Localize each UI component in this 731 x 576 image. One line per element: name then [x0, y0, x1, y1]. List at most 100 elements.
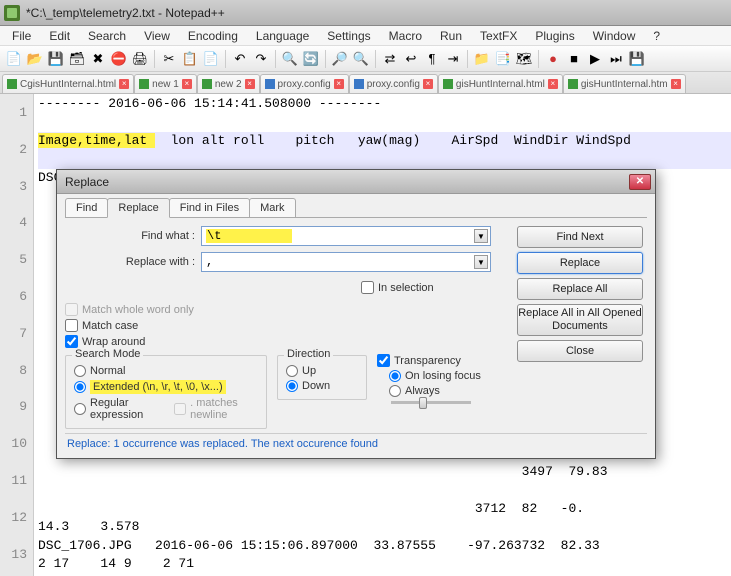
file-tab[interactable]: gisHuntInternal.htm× [563, 74, 686, 93]
menu-run[interactable]: Run [432, 27, 470, 45]
sync-icon[interactable]: ⇄ [380, 49, 400, 69]
replace-all-docs-button[interactable]: Replace All in All Opened Documents [517, 304, 643, 336]
playmulti-icon[interactable]: ⏭ [606, 49, 626, 69]
menu-help[interactable]: ? [645, 27, 668, 45]
tab-mark[interactable]: Mark [249, 198, 295, 217]
file-tab[interactable]: new 2× [197, 74, 260, 93]
direction-down-radio[interactable]: Down [286, 380, 358, 392]
code-line[interactable]: 3712 82 -0.14.3 3.578 [38, 500, 731, 537]
tab-close-icon[interactable]: × [119, 79, 129, 89]
dialog-tabs: Find Replace Find in Files Mark [65, 198, 647, 218]
transparency-checkbox[interactable]: Transparency [377, 354, 507, 367]
find-icon[interactable]: 🔍 [280, 49, 300, 69]
new-icon[interactable]: 📄 [4, 49, 24, 69]
code-line[interactable]: DSC_1706.JPG 2016-06-06 15:15:06.897000 … [38, 537, 731, 574]
replace-icon[interactable]: 🔄 [301, 49, 321, 69]
line-number: 12 [0, 500, 27, 537]
window-titlebar: *C:\_temp\telemetry2.txt - Notepad++ [0, 0, 731, 26]
menu-file[interactable]: File [4, 27, 39, 45]
menu-view[interactable]: View [136, 27, 178, 45]
dialog-titlebar[interactable]: Replace ✕ [57, 170, 655, 194]
tab-close-icon[interactable]: × [423, 79, 433, 89]
menu-language[interactable]: Language [248, 27, 317, 45]
docmap-icon[interactable]: 🗺 [514, 49, 534, 69]
file-icon [568, 79, 578, 89]
chevron-down-icon[interactable]: ▼ [474, 255, 488, 269]
file-tab[interactable]: CgisHuntInternal.html× [2, 74, 134, 93]
paste-icon[interactable]: 📄 [201, 49, 221, 69]
folder-icon[interactable]: 📁 [472, 49, 492, 69]
mode-extended-radio[interactable]: Extended (\n, \r, \t, \0, \x...) [74, 380, 258, 394]
menu-settings[interactable]: Settings [319, 27, 378, 45]
toolbar: 📄 📂 💾 🗃 ✖ ⛔ 🖨 ✂ 📋 📄 ↶ ↷ 🔍 🔄 🔎 🔍 ⇄ ↩ ¶ ⇥ … [0, 46, 731, 72]
transparency-onlosing-radio[interactable]: On losing focus [389, 370, 507, 382]
mode-regex-radio[interactable]: Regular expression . matches newline [74, 397, 258, 421]
close-button[interactable]: Close [517, 340, 643, 362]
transparency-slider[interactable] [391, 401, 471, 404]
line-number: 3 [0, 169, 27, 206]
code-line[interactable]: -------- 2016-06-06 15:14:41.508000 ----… [38, 95, 731, 132]
mode-normal-radio[interactable]: Normal [74, 365, 258, 377]
file-tab[interactable]: new 1× [134, 74, 197, 93]
file-tab[interactable]: proxy.config× [260, 74, 349, 93]
zoomin-icon[interactable]: 🔎 [330, 49, 350, 69]
file-tab-bar: CgisHuntInternal.html×new 1×new 2×proxy.… [0, 72, 731, 94]
funclist-icon[interactable]: 📑 [493, 49, 513, 69]
tab-close-icon[interactable]: × [548, 79, 558, 89]
indent-icon[interactable]: ⇥ [443, 49, 463, 69]
chevron-down-icon[interactable]: ▼ [474, 229, 488, 243]
menu-macro[interactable]: Macro [381, 27, 430, 45]
savemacro-icon[interactable]: 💾 [627, 49, 647, 69]
print-icon[interactable]: 🖨 [130, 49, 150, 69]
replace-all-button[interactable]: Replace All [517, 278, 643, 300]
file-icon [354, 79, 364, 89]
tab-close-icon[interactable]: × [334, 79, 344, 89]
copy-icon[interactable]: 📋 [180, 49, 200, 69]
tab-replace[interactable]: Replace [107, 198, 169, 218]
cut-icon[interactable]: ✂ [159, 49, 179, 69]
close-icon[interactable]: ✖ [88, 49, 108, 69]
tab-findinfiles[interactable]: Find in Files [169, 198, 250, 217]
file-icon [7, 79, 17, 89]
record-icon[interactable]: ● [543, 49, 563, 69]
save-icon[interactable]: 💾 [46, 49, 66, 69]
redo-icon[interactable]: ↷ [251, 49, 271, 69]
open-icon[interactable]: 📂 [25, 49, 45, 69]
closeall-icon[interactable]: ⛔ [109, 49, 129, 69]
find-next-button[interactable]: Find Next [517, 226, 643, 248]
saveall-icon[interactable]: 🗃 [67, 49, 87, 69]
line-number: 11 [0, 463, 27, 500]
menu-search[interactable]: Search [80, 27, 134, 45]
match-case-checkbox[interactable]: Match case [65, 319, 507, 332]
code-line[interactable]: 3497 79.83 [38, 463, 731, 500]
tab-find[interactable]: Find [65, 198, 108, 217]
find-what-input[interactable]: \t ▼ [201, 226, 491, 246]
menu-edit[interactable]: Edit [41, 27, 78, 45]
tab-close-icon[interactable]: × [182, 79, 192, 89]
menu-textfx[interactable]: TextFX [472, 27, 525, 45]
tab-close-icon[interactable]: × [671, 79, 681, 89]
wrap-around-checkbox[interactable]: Wrap around [65, 335, 507, 348]
dialog-close-button[interactable]: ✕ [629, 174, 651, 190]
file-icon [443, 79, 453, 89]
file-tab[interactable]: gisHuntInternal.html× [438, 74, 563, 93]
direction-up-radio[interactable]: Up [286, 365, 358, 377]
play-icon[interactable]: ▶ [585, 49, 605, 69]
line-number: 8 [0, 353, 27, 390]
menu-window[interactable]: Window [585, 27, 644, 45]
menu-plugins[interactable]: Plugins [527, 27, 582, 45]
in-selection-checkbox[interactable]: In selection [361, 281, 497, 294]
tab-close-icon[interactable]: × [245, 79, 255, 89]
code-line[interactable]: Image,time,lat lon alt roll pitch yaw(ma… [38, 132, 731, 169]
file-tab[interactable]: proxy.config× [349, 74, 438, 93]
transparency-always-radio[interactable]: Always [389, 385, 507, 397]
menu-encoding[interactable]: Encoding [180, 27, 246, 45]
wrap-icon[interactable]: ↩ [401, 49, 421, 69]
direction-label: Direction [284, 348, 333, 360]
undo-icon[interactable]: ↶ [230, 49, 250, 69]
stop-icon[interactable]: ■ [564, 49, 584, 69]
replace-button[interactable]: Replace [517, 252, 643, 274]
allchars-icon[interactable]: ¶ [422, 49, 442, 69]
zoomout-icon[interactable]: 🔍 [351, 49, 371, 69]
replace-with-input[interactable]: , ▼ [201, 252, 491, 272]
